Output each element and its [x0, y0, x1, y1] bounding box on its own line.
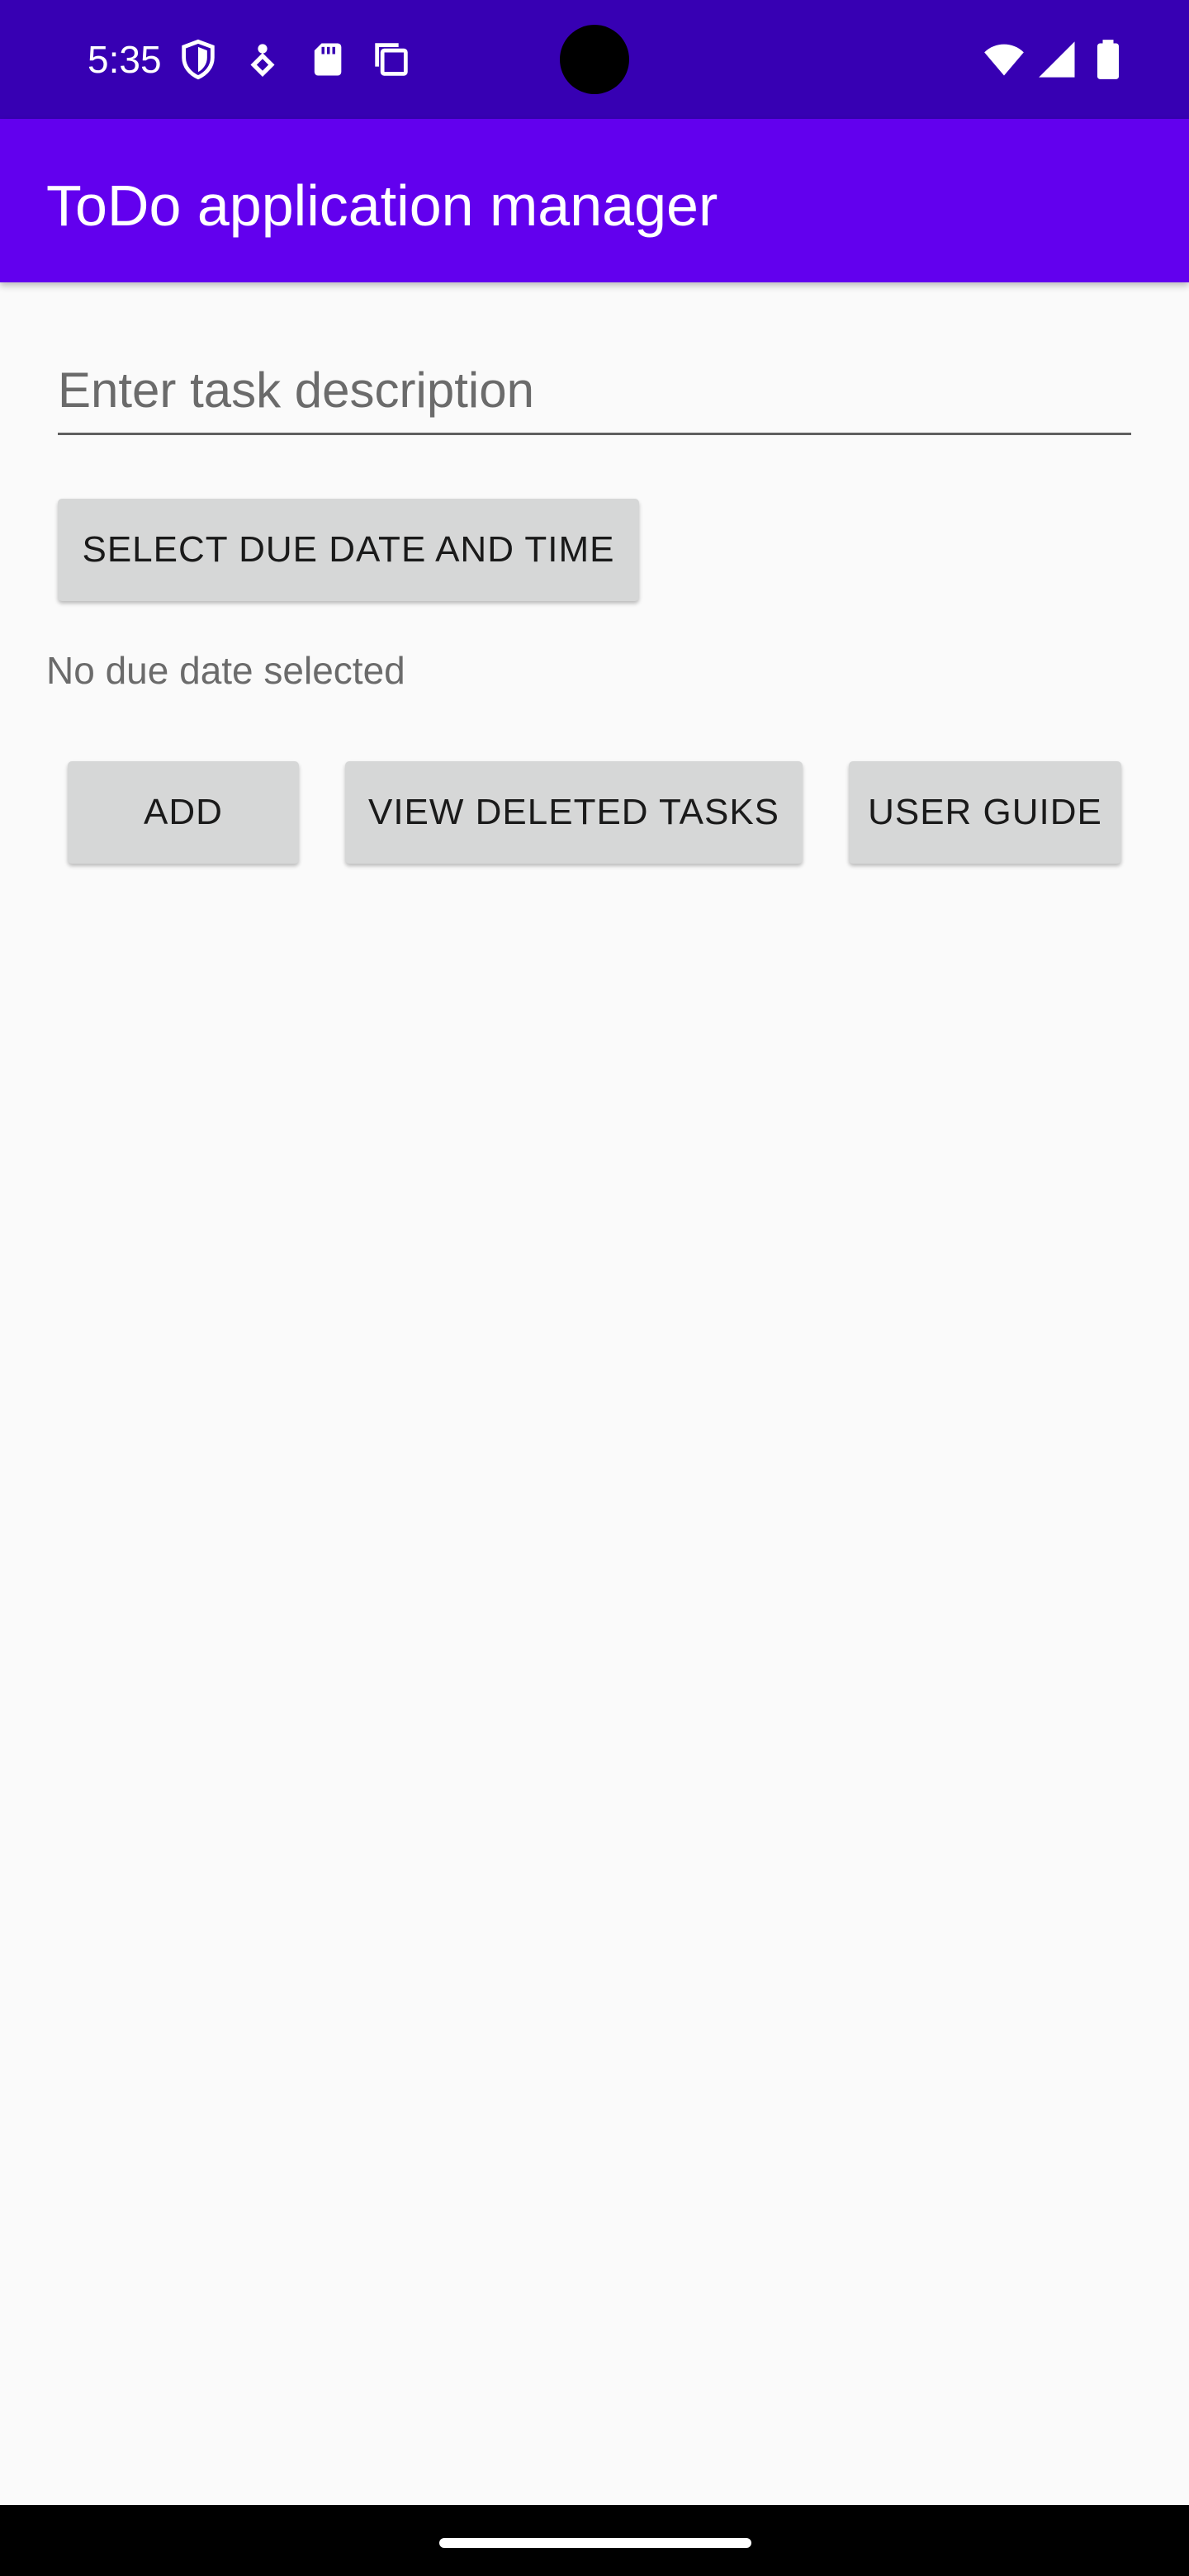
due-date-status: No due date selected — [46, 649, 405, 692]
select-due-date-button[interactable]: SELECT DUE DATE AND TIME — [58, 499, 639, 601]
app-title: ToDo application manager — [46, 173, 718, 238]
wifi-icon — [979, 38, 1029, 81]
user-guide-button[interactable]: USER GUIDE — [849, 761, 1121, 864]
task-description-input[interactable] — [58, 347, 1131, 435]
shield-icon — [177, 38, 220, 81]
view-deleted-tasks-button[interactable]: VIEW DELETED TASKS — [345, 761, 803, 864]
status-bar: 5:35 — [0, 0, 1189, 119]
cellular-signal-icon — [1037, 38, 1080, 81]
sd-card-icon — [306, 38, 348, 81]
camera-cutout — [560, 25, 629, 94]
navigation-bar — [0, 2505, 1189, 2576]
home-gesture-handle[interactable] — [439, 2538, 751, 2548]
status-time: 5:35 — [88, 38, 162, 81]
battery-icon — [1087, 38, 1130, 81]
app-bar: ToDo application manager — [0, 119, 1189, 282]
add-button[interactable]: ADD — [68, 761, 299, 864]
alert-icon — [241, 38, 284, 81]
copy-icon — [370, 38, 413, 81]
